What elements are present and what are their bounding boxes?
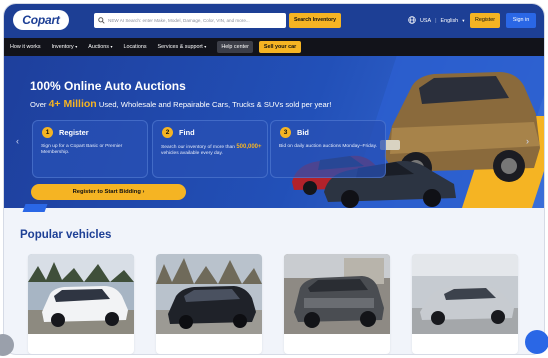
language-label[interactable]: English <box>441 18 459 24</box>
hero-sub-highlight: 4+ Million <box>48 98 97 110</box>
globe-icon <box>408 15 416 26</box>
nav-services-support[interactable]: Services & support ▾ <box>158 44 207 50</box>
vehicle-image <box>28 254 134 334</box>
locale-label[interactable]: USA <box>420 18 431 24</box>
nav-help-center[interactable]: Help center <box>217 41 253 53</box>
search-inventory-button[interactable]: Search Inventory <box>289 13 341 28</box>
step-card-find: 2 Find Search our inventory of more than… <box>152 120 268 178</box>
step-description: Search our inventory of more than 500,00… <box>161 144 263 158</box>
nav-how-it-works[interactable]: How it works <box>10 44 41 50</box>
locale-divider: | <box>435 17 437 24</box>
nav-inventory[interactable]: Inventory ▾ <box>52 44 78 50</box>
top-header: Copart Search Inventory USA | English ▾ … <box>4 4 544 38</box>
nav-auctions-label: Auctions <box>88 44 109 50</box>
sign-in-button[interactable]: Sign in <box>506 13 536 28</box>
search-bar[interactable] <box>94 13 286 28</box>
step-card-bid: 3 Bid Bid on daily auction auctions Mond… <box>270 120 386 178</box>
register-button[interactable]: Register <box>470 13 500 28</box>
step-desc-b: vehicles available every day. <box>161 151 223 157</box>
step-card-register: 1 Register Sign up for a Copart Basic or… <box>32 120 148 178</box>
vehicle-image <box>284 254 390 334</box>
vehicle-card[interactable] <box>156 254 262 354</box>
step-desc-highlight: 500,000+ <box>236 144 262 150</box>
search-input[interactable] <box>108 18 283 23</box>
browser-frame: Copart Search Inventory USA | English ▾ … <box>4 4 544 354</box>
step-number: 2 <box>162 127 173 138</box>
step-number: 1 <box>42 127 53 138</box>
step-number: 3 <box>280 127 291 138</box>
nav-services-label: Services & support <box>157 44 203 50</box>
section-accent <box>22 204 48 212</box>
chevron-right-icon[interactable]: › <box>526 136 529 146</box>
hero-sub-suffix: Used, Wholesale and Repairable Cars, Tru… <box>96 100 332 109</box>
chevron-down-icon: ▾ <box>110 44 113 49</box>
copart-logo[interactable]: Copart <box>13 10 69 30</box>
nav-locations[interactable]: Locations <box>123 44 146 50</box>
step-title: Register <box>59 128 89 137</box>
step-title: Bid <box>297 128 309 137</box>
vehicle-card[interactable] <box>28 254 134 354</box>
register-start-bidding-button[interactable]: Register to Start Bidding › <box>31 184 186 200</box>
hero-title: 100% Online Auto Auctions <box>30 79 186 93</box>
search-icon <box>94 13 108 28</box>
vehicle-image <box>412 254 518 334</box>
nav-inventory-label: Inventory <box>51 44 74 50</box>
corner-decoration <box>525 330 548 354</box>
chevron-down-icon: ▾ <box>75 44 78 49</box>
vehicle-image <box>156 254 262 334</box>
hero-subtitle: Over 4+ Million Used, Wholesale and Repa… <box>30 98 331 110</box>
nav-auctions[interactable]: Auctions ▾ <box>88 44 112 50</box>
hero-sub-prefix: Over <box>30 100 49 109</box>
chevron-left-icon[interactable]: ‹ <box>16 136 19 146</box>
step-desc-a: Search our inventory of more than <box>161 145 237 150</box>
main-nav: How it works Inventory ▾ Auctions ▾ Loca… <box>4 38 544 56</box>
vehicle-card[interactable] <box>412 254 518 354</box>
step-description: Sign up for a Copart Basic or Premier Me… <box>41 144 123 156</box>
step-description: Bid on daily auction auctions Monday–Fri… <box>279 144 378 149</box>
chevron-down-icon: ▾ <box>204 44 207 49</box>
chevron-down-icon: ▾ <box>462 17 465 23</box>
locale-selector[interactable]: USA | English ▾ <box>408 13 464 28</box>
step-title: Find <box>179 128 195 137</box>
nav-sell-your-car[interactable]: Sell your car <box>258 41 302 53</box>
vehicle-card[interactable] <box>284 254 390 354</box>
hero-banner: 100% Online Auto Auctions Over 4+ Millio… <box>4 56 544 208</box>
popular-vehicles-title: Popular vehicles <box>20 229 112 241</box>
